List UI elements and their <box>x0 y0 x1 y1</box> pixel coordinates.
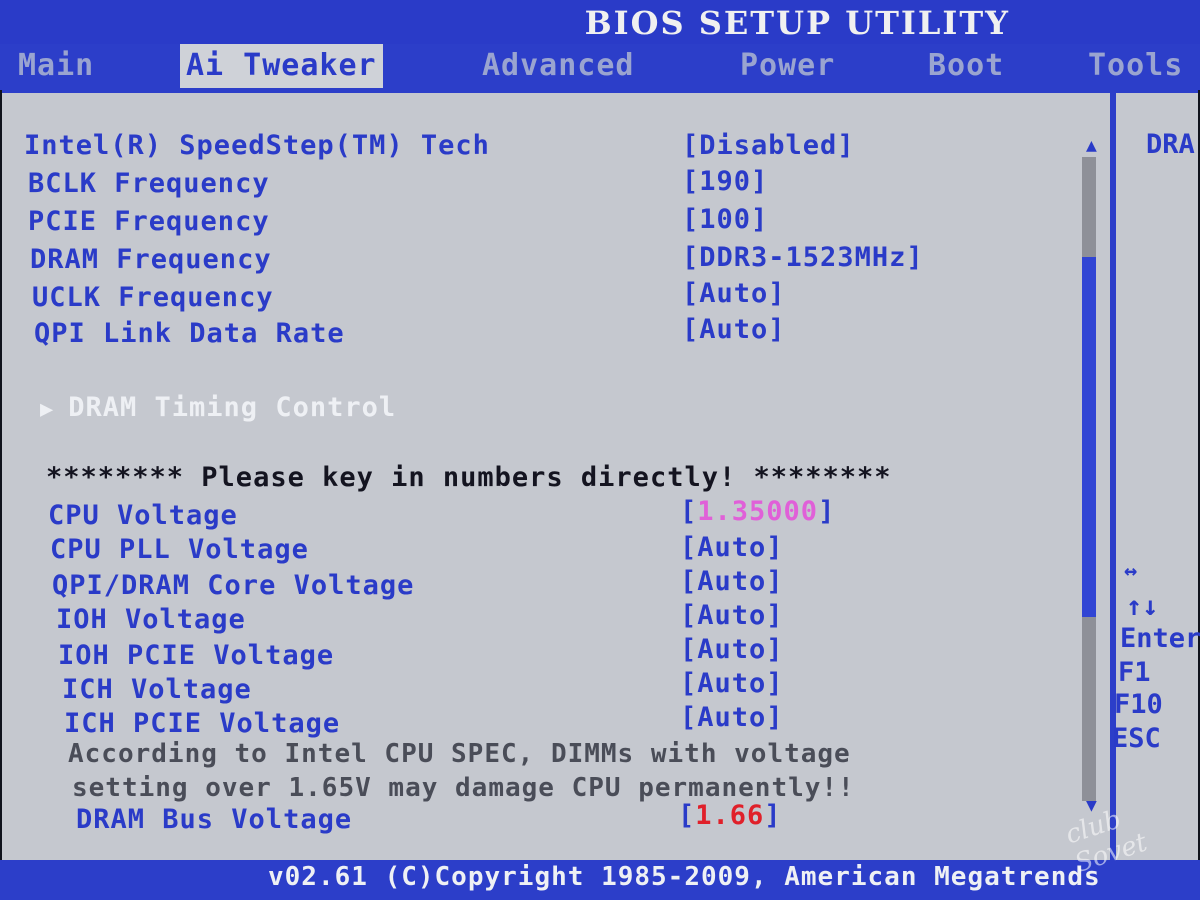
setting-label: Intel(R) SpeedStep(TM) Tech <box>24 130 490 161</box>
setting-value[interactable]: [Auto] <box>680 531 784 565</box>
setting-value[interactable]: [Auto] <box>680 667 784 701</box>
tab-main[interactable]: Main <box>18 44 94 88</box>
setting-value[interactable]: [Auto] <box>682 277 786 311</box>
value-text: 190 <box>699 166 752 197</box>
help-title: DRA <box>1146 129 1195 160</box>
value-text: Auto <box>697 702 767 733</box>
value-text: 1.66 <box>695 800 765 831</box>
submenu-label: DRAM Timing Control <box>68 392 397 423</box>
voltage-row[interactable]: IOH PCIE Voltage <box>58 639 334 673</box>
scrollbar[interactable] <box>1082 157 1096 801</box>
voltage-row[interactable]: ICH PCIE Voltage <box>64 707 340 741</box>
scroll-up-icon[interactable]: ▲ <box>1086 137 1097 155</box>
tab-tools[interactable]: Tools <box>1088 44 1183 88</box>
value-text: Disabled <box>699 130 838 161</box>
copyright-text: v02.61 (C)Copyright 1985-2009, American … <box>268 862 1101 892</box>
help-key-esc: ESC <box>1112 723 1161 754</box>
setting-label: DRAM Bus Voltage <box>76 804 353 835</box>
help-key-f1: F1 <box>1118 657 1151 688</box>
setting-value[interactable]: [100] <box>682 203 768 237</box>
setting-label: QPI/DRAM Core Voltage <box>52 570 415 601</box>
voltage-row[interactable]: CPU PLL Voltage <box>50 533 309 567</box>
setting-value[interactable]: [1.35000] <box>680 495 835 529</box>
warning-line: According to Intel CPU SPEC, DIMMs with … <box>68 739 851 769</box>
settings-panel: Intel(R) SpeedStep(TM) Tech [Disabled] B… <box>2 90 1200 863</box>
left-right-arrow-icon: ↔ <box>1124 559 1138 584</box>
help-key-f10: F10 <box>1114 689 1163 720</box>
setting-label: DRAM Frequency <box>30 244 272 275</box>
setting-value[interactable]: [190] <box>682 165 768 199</box>
voltage-row[interactable]: DRAM Bus Voltage <box>76 803 352 837</box>
up-down-arrow-icon: ↑↓ <box>1126 591 1159 622</box>
setting-value[interactable]: [Auto] <box>680 701 784 735</box>
setting-value[interactable]: [Disabled] <box>682 129 855 163</box>
tab-boot[interactable]: Boot <box>928 44 1004 88</box>
setting-value[interactable]: [Auto] <box>680 633 784 667</box>
voltage-row[interactable]: CPU Voltage <box>48 499 238 533</box>
value-text: Auto <box>699 278 769 309</box>
setting-row[interactable]: BCLK Frequency <box>28 167 270 201</box>
setting-label: CPU PLL Voltage <box>50 534 309 565</box>
value-text: Auto <box>697 566 767 597</box>
title-bar: BIOS SETUP UTILITY <box>0 0 1200 44</box>
setting-label: IOH Voltage <box>56 604 246 635</box>
setting-row[interactable]: UCLK Frequency <box>32 281 274 315</box>
value-text: Auto <box>697 600 767 631</box>
setting-label: ICH PCIE Voltage <box>64 708 341 739</box>
value-text: DDR3-1523MHz <box>699 242 907 273</box>
value-text: Auto <box>697 532 767 563</box>
setting-row[interactable]: PCIE Frequency <box>28 205 270 239</box>
notice-text: ******** Please key in numbers directly!… <box>46 462 892 493</box>
tab-ai-tweaker[interactable]: Ai Tweaker <box>180 44 383 88</box>
value-text: 1.35000 <box>697 496 819 527</box>
submenu-dram-timing[interactable]: ▶ DRAM Timing Control <box>40 391 396 425</box>
value-text: Auto <box>697 634 767 665</box>
setting-label: UCLK Frequency <box>32 282 274 313</box>
value-text: Auto <box>697 668 767 699</box>
help-key-enter: Enter <box>1120 623 1200 654</box>
scroll-thumb[interactable] <box>1082 257 1096 617</box>
tab-power[interactable]: Power <box>740 44 835 88</box>
tab-advanced[interactable]: Advanced <box>482 44 635 88</box>
status-bar: v02.61 (C)Copyright 1985-2009, American … <box>0 860 1200 900</box>
value-text: Auto <box>699 314 769 345</box>
value-text: 100 <box>699 204 752 235</box>
setting-value[interactable]: [Auto] <box>680 599 784 633</box>
setting-label: PCIE Frequency <box>28 206 270 237</box>
voltage-row[interactable]: QPI/DRAM Core Voltage <box>52 569 414 603</box>
voltage-row[interactable]: ICH Voltage <box>62 673 252 707</box>
setting-label: CPU Voltage <box>48 500 238 531</box>
setting-label: BCLK Frequency <box>28 168 270 199</box>
triangle-right-icon: ▶ <box>40 397 55 422</box>
setting-row[interactable]: Intel(R) SpeedStep(TM) Tech <box>24 129 490 163</box>
bios-title: BIOS SETUP UTILITY <box>584 4 1010 42</box>
setting-row[interactable]: QPI Link Data Rate <box>34 317 345 351</box>
setting-value[interactable]: [Auto] <box>680 565 784 599</box>
setting-row[interactable]: DRAM Frequency <box>30 243 272 277</box>
menu-bar: Main Ai Tweaker Advanced Power Boot Tool… <box>0 44 1200 90</box>
setting-label: ICH Voltage <box>62 674 252 705</box>
setting-label: IOH PCIE Voltage <box>58 640 335 671</box>
setting-value[interactable]: [DDR3-1523MHz] <box>682 241 924 275</box>
setting-label: QPI Link Data Rate <box>34 318 345 349</box>
setting-value[interactable]: [1.66] <box>678 799 782 833</box>
voltage-row[interactable]: IOH Voltage <box>56 603 246 637</box>
setting-value[interactable]: [Auto] <box>682 313 786 347</box>
